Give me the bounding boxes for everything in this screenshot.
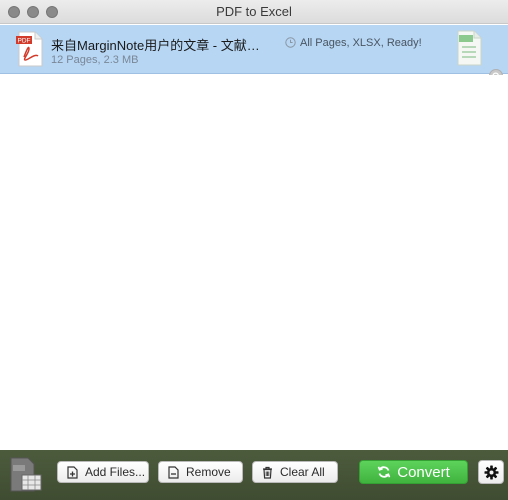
- clock-icon: [285, 37, 296, 48]
- add-files-label: Add Files...: [85, 465, 146, 479]
- clear-all-button[interactable]: Clear All: [252, 461, 338, 483]
- pdf-to-excel-app-icon: [10, 457, 42, 492]
- trash-icon: [263, 466, 272, 479]
- refresh-icon: [377, 466, 391, 478]
- file-list-empty-area[interactable]: [0, 75, 508, 450]
- title-bar: PDF to Excel: [0, 0, 508, 24]
- app-window: PDF to Excel PDF 来自MarginNote用户的文章 - 文献……: [0, 0, 508, 500]
- file-name: 来自MarginNote用户的文章 - 文献…: [51, 38, 260, 53]
- add-files-button[interactable]: Add Files...: [57, 461, 149, 483]
- settings-button[interactable]: [478, 460, 504, 484]
- pdf-file-icon: PDF: [16, 31, 43, 67]
- file-meta: 12 Pages, 2.3 MB: [51, 54, 139, 66]
- file-list-item[interactable]: PDF 来自MarginNote用户的文章 - 文献… 12 Pages, 2.…: [0, 25, 508, 83]
- remove-file-icon: [168, 465, 179, 479]
- convert-button[interactable]: Convert: [359, 460, 468, 484]
- convert-label: Convert: [397, 463, 450, 481]
- remove-button[interactable]: Remove: [158, 461, 243, 483]
- clear-all-label: Clear All: [280, 465, 325, 479]
- window-title: PDF to Excel: [216, 4, 292, 19]
- remove-label: Remove: [186, 465, 231, 479]
- svg-text:PDF: PDF: [18, 38, 31, 45]
- conversion-status[interactable]: All Pages, XLSX, Ready!: [300, 37, 422, 49]
- add-file-icon: [67, 465, 78, 479]
- gear-icon: [484, 465, 498, 479]
- xlsx-file-icon: [457, 30, 482, 66]
